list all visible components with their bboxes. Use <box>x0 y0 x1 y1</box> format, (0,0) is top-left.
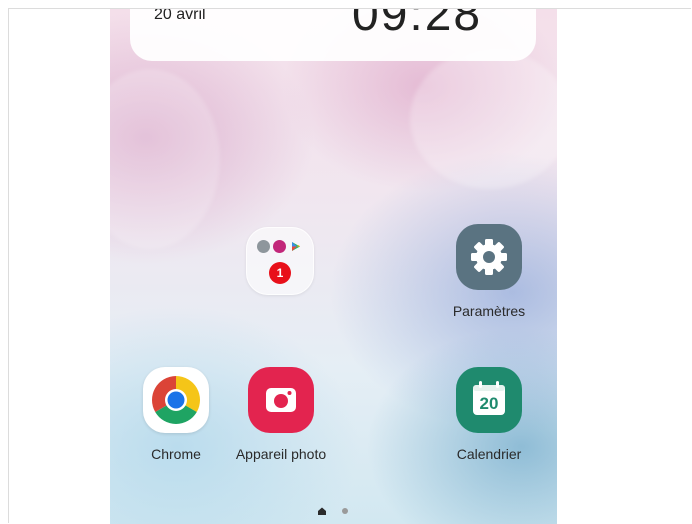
clock-date: 20 avril <box>154 9 206 23</box>
gallery-icon <box>257 240 270 253</box>
app-settings[interactable]: Paramètres <box>429 224 549 319</box>
home-page-dot <box>318 507 326 515</box>
camera-label: Appareil photo <box>235 446 327 462</box>
camera-app-icon <box>248 367 314 433</box>
calendar-day: 20 <box>479 394 499 413</box>
app-calendar[interactable]: 20 Calendrier <box>429 367 549 462</box>
page-indicator[interactable] <box>318 506 350 516</box>
clock-time: 09:28 <box>352 9 483 41</box>
home-screen: 20 avril 09:28 1 Paramètres Chrome Appar… <box>110 9 557 524</box>
app-folder[interactable]: 1 <box>220 227 340 295</box>
app-camera[interactable]: Appareil photo <box>221 367 341 462</box>
camera-icon <box>266 388 296 412</box>
settings-app-icon <box>456 224 522 290</box>
wallpaper-frost <box>410 49 557 189</box>
chrome-icon <box>152 376 200 424</box>
chrome-app-icon <box>143 367 209 433</box>
wallpaper-frost <box>110 69 220 249</box>
calendar-app-icon: 20 <box>456 367 522 433</box>
calendar-label: Calendrier <box>456 446 522 462</box>
notification-badge: 1 <box>269 262 291 284</box>
play-store-icon <box>292 242 300 251</box>
clock-widget[interactable]: 20 avril 09:28 <box>130 9 536 61</box>
settings-label: Paramètres <box>452 303 526 319</box>
chrome-label: Chrome <box>151 446 201 462</box>
folder-icon: 1 <box>246 227 314 295</box>
page-dot <box>342 508 348 514</box>
gear-icon <box>471 239 507 275</box>
flower-app-icon <box>273 240 286 253</box>
app-chrome[interactable]: Chrome <box>116 367 236 462</box>
